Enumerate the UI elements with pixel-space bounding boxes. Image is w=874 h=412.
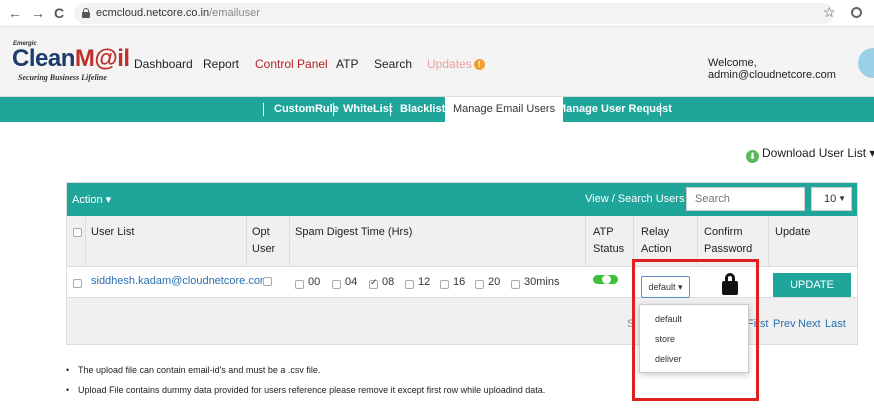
- digest-label-20: 20: [488, 276, 501, 288]
- update-button[interactable]: UPDATE: [773, 273, 851, 297]
- logo-tagline: Securing Business Lifeline: [18, 73, 107, 82]
- logo-text-clean: Clean: [12, 45, 75, 72]
- digest-checkbox-12[interactable]: [405, 280, 414, 289]
- col-confirm-password: Confirm Password: [704, 226, 753, 255]
- select-all-checkbox[interactable]: [73, 228, 82, 237]
- download-label: Download User List: [762, 146, 867, 160]
- browser-toolbar: ← → C ecmcloud.netcore.co.in/emailuser ☆: [0, 0, 874, 27]
- note-text: The upload file can contain email-id's a…: [78, 365, 321, 375]
- bookmark-star-icon[interactable]: ☆: [823, 4, 836, 21]
- page-size-select[interactable]: 10 ▼: [811, 187, 852, 211]
- lock-icon: [82, 8, 90, 18]
- updates-alert-icon: !: [473, 59, 485, 71]
- chevron-down-icon: ▼: [838, 194, 846, 203]
- subnav-whitelist[interactable]: WhiteList: [343, 97, 393, 122]
- col-user-list: User List: [91, 226, 135, 238]
- highlight-box: [632, 259, 759, 401]
- col-update: Update: [775, 226, 811, 238]
- subnav-blacklist[interactable]: Blacklist: [400, 97, 445, 122]
- search-input[interactable]: [686, 187, 805, 211]
- nav-report[interactable]: Report: [203, 57, 239, 71]
- back-arrow-icon[interactable]: ←: [8, 5, 22, 21]
- download-icon: ⬇: [746, 150, 759, 163]
- action-menu[interactable]: Action ▾: [72, 193, 111, 206]
- page-size-value: 10: [824, 193, 837, 205]
- nav-updates-label: Updates: [427, 57, 472, 71]
- subnav-manage-email-users[interactable]: Manage Email Users: [445, 97, 564, 122]
- digest-checkbox-08[interactable]: [369, 277, 378, 289]
- sub-navigation: CustomRule WhiteList Blacklist Manage Em…: [0, 97, 874, 122]
- digest-checkbox-16[interactable]: [440, 280, 449, 289]
- digest-label-16: 16: [453, 276, 466, 288]
- opt-user-checkbox[interactable]: [263, 277, 272, 286]
- download-user-list-link[interactable]: ⬇ Download User List ▾: [746, 146, 874, 163]
- digest-checkbox-20[interactable]: [475, 280, 484, 289]
- row-checkbox[interactable]: [73, 279, 82, 288]
- subnav-divider: [660, 103, 661, 116]
- user-email-link[interactable]: siddhesh.kadam@cloudnetcore.com: [91, 275, 269, 287]
- col-opt-user: Opt User: [252, 226, 276, 255]
- digest-label-04: 04: [345, 276, 358, 288]
- reload-icon[interactable]: C: [54, 5, 64, 21]
- subnav-divider: [333, 103, 334, 116]
- pager-prev[interactable]: Prev: [773, 318, 796, 330]
- view-search-label: View / Search Users :: [585, 193, 691, 205]
- note-item: • The upload file can contain email-id's …: [66, 365, 321, 375]
- welcome-text: Welcome, admin@cloudnetcore.com: [708, 57, 836, 81]
- logo-text-mail: M@il: [74, 45, 130, 72]
- note-text: Upload File contains dummy data provided…: [78, 385, 546, 395]
- nav-atp[interactable]: ATP: [336, 57, 358, 71]
- subnav-divider: [390, 103, 391, 116]
- pager-next[interactable]: Next: [798, 318, 821, 330]
- panel-toolbar: Action ▾ View / Search Users : 10▼: [67, 183, 857, 216]
- digest-checkbox-00[interactable]: [295, 280, 304, 289]
- digest-label-00: 00: [308, 276, 321, 288]
- atp-status-toggle[interactable]: [593, 275, 618, 284]
- address-bar[interactable]: ecmcloud.netcore.co.in/emailuser: [74, 3, 834, 24]
- digest-checkbox-30mins[interactable]: [511, 280, 520, 289]
- nav-search[interactable]: Search: [374, 57, 412, 71]
- pager-last[interactable]: Last: [825, 318, 846, 330]
- subnav-divider: [263, 103, 264, 116]
- col-spam-digest: Spam Digest Time (Hrs): [295, 226, 413, 238]
- forward-arrow-icon[interactable]: →: [31, 5, 45, 21]
- subnav-manage-user-request[interactable]: Manage User Request: [557, 97, 672, 122]
- url-host: ecmcloud.netcore.co.in: [96, 7, 210, 19]
- digest-checkbox-04[interactable]: [332, 280, 341, 289]
- note-item: • Upload File contains dummy data provide…: [66, 385, 546, 395]
- logo[interactable]: CleanM@il: [12, 45, 130, 73]
- extension-icon[interactable]: [851, 7, 862, 18]
- nav-updates[interactable]: Updates!: [427, 57, 485, 71]
- subnav-customrule[interactable]: CustomRule: [274, 97, 339, 122]
- chevron-down-icon: ▾: [869, 146, 874, 160]
- digest-label-30mins: 30mins: [524, 276, 560, 288]
- digest-label-12: 12: [418, 276, 431, 288]
- url-path: /emailuser: [209, 7, 260, 19]
- app-header: Emergic CleanM@il Securing Business Life…: [0, 27, 874, 97]
- nav-dashboard[interactable]: Dashboard: [134, 57, 193, 71]
- nav-control-panel[interactable]: Control Panel: [255, 57, 328, 71]
- col-relay-action: Relay Action: [641, 226, 672, 255]
- col-atp-status: ATP Status: [593, 226, 625, 255]
- digest-label-08: 08: [382, 276, 395, 288]
